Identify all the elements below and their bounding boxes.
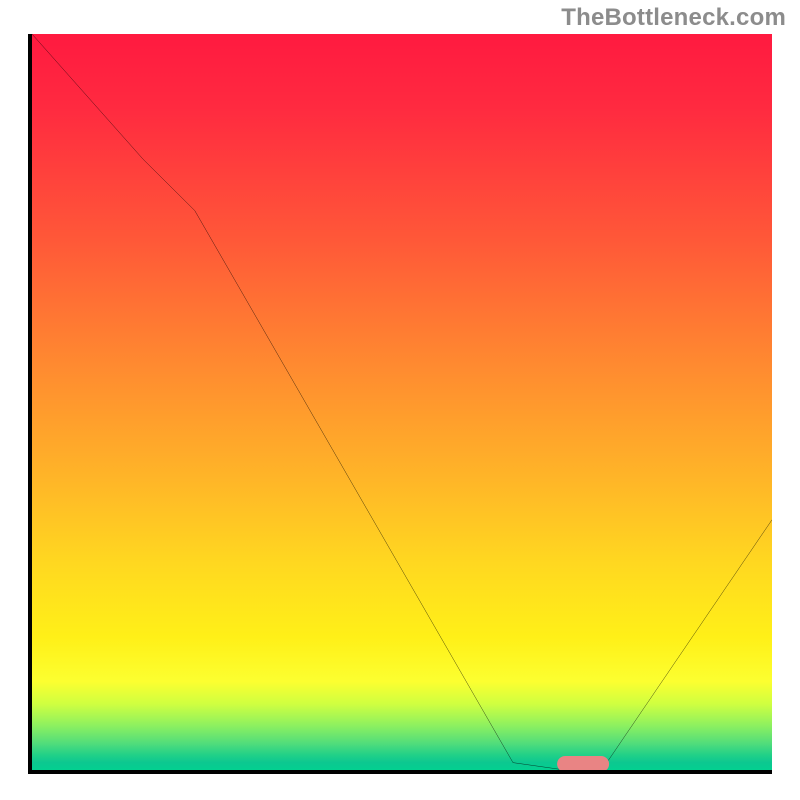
plot-area xyxy=(28,34,772,774)
chart-container: TheBottleneck.com xyxy=(0,0,800,800)
bottleneck-curve xyxy=(32,34,772,770)
optimal-range-marker xyxy=(557,756,609,772)
watermark-text: TheBottleneck.com xyxy=(561,4,786,32)
